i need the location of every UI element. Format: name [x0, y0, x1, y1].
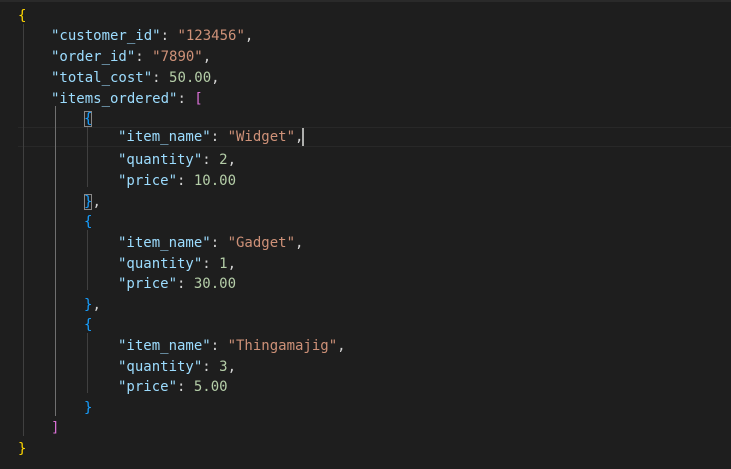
code-line[interactable]: {: [84, 315, 92, 335]
num-token: 1: [219, 256, 228, 272]
code-line[interactable]: },: [84, 192, 101, 212]
punc-token: :: [210, 338, 228, 354]
code-line[interactable]: "item_name": "Widget",: [118, 127, 303, 147]
indent-guide: [87, 230, 88, 290]
num-token: 10.00: [193, 173, 237, 189]
bracket-token: ]: [51, 420, 60, 436]
punc-token: ,: [202, 49, 212, 65]
punc-token: :: [135, 49, 153, 65]
code-line[interactable]: {: [84, 109, 93, 129]
str-token: "Gadget": [227, 235, 296, 251]
punc-token: ,: [227, 359, 237, 375]
code-line[interactable]: "price": 30.00: [118, 274, 236, 294]
punc-token: :: [210, 129, 228, 145]
key-token: "order_id": [51, 49, 136, 65]
code-line[interactable]: }: [18, 439, 26, 459]
code-line[interactable]: "order_id": "7890",: [51, 47, 211, 67]
punc-token: ,: [337, 338, 346, 354]
punc-token: ,: [244, 28, 254, 44]
key-token: "total_cost": [51, 70, 153, 86]
code-line[interactable]: }: [84, 398, 92, 418]
punc-token: :: [177, 379, 194, 395]
bracket-token: {: [84, 317, 93, 333]
code-line[interactable]: "item_name": "Thingamajig",: [118, 336, 346, 356]
key-token: "quantity": [118, 256, 203, 272]
code-line[interactable]: "customer_id": "123456",: [51, 26, 253, 46]
indent-guide: [87, 333, 88, 393]
punc-token: :: [177, 173, 194, 189]
key-token: "quantity": [118, 152, 203, 168]
bracket-token: {: [18, 8, 27, 24]
code-line[interactable]: "price": 5.00: [118, 377, 228, 397]
code-line[interactable]: ]: [51, 418, 59, 438]
str-token: "123456": [177, 28, 245, 44]
code-line[interactable]: {: [84, 212, 92, 232]
punc-token: ,: [211, 70, 220, 86]
punc-token: :: [202, 256, 220, 272]
code-line[interactable]: "total_cost": 50.00,: [51, 68, 220, 88]
key-token: "item_name": [118, 129, 211, 145]
key-token: "price": [118, 276, 178, 292]
bracket-token: {: [84, 214, 93, 230]
punc-token: :: [210, 235, 228, 251]
bracket-token: [: [194, 91, 203, 107]
punc-token: :: [202, 359, 220, 375]
key-token: "price": [118, 173, 178, 189]
editor-top-border: [0, 0, 731, 2]
bracket-token: }: [18, 441, 27, 457]
key-token: "items_ordered": [51, 91, 178, 107]
indent-guide: [87, 127, 88, 187]
punc-token: ,: [92, 297, 101, 313]
num-token: 50.00: [169, 70, 212, 86]
str-token: "Thingamajig": [227, 338, 338, 354]
key-token: "price": [118, 379, 178, 395]
code-line[interactable]: "quantity": 3,: [118, 357, 236, 377]
text-cursor: [302, 128, 304, 146]
punc-token: :: [177, 276, 194, 292]
punc-token: :: [177, 91, 195, 107]
key-token: "customer_id": [51, 28, 161, 44]
code-line[interactable]: "quantity": 1,: [118, 254, 236, 274]
code-line[interactable]: "items_ordered": [: [51, 89, 203, 109]
code-line[interactable]: },: [84, 295, 101, 315]
punc-token: :: [160, 28, 178, 44]
key-token: "item_name": [118, 338, 211, 354]
code-line[interactable]: {: [18, 6, 26, 26]
punc-token: :: [202, 152, 220, 168]
key-token: "item_name": [118, 235, 211, 251]
code-line[interactable]: "quantity": 2,: [118, 150, 236, 170]
code-editor[interactable]: {"customer_id": "123456", "order_id": "78…: [0, 0, 731, 469]
indent-guide: [23, 24, 24, 436]
num-token: 5.00: [193, 379, 228, 395]
punc-token: ,: [227, 256, 237, 272]
code-line[interactable]: "price": 10.00: [118, 171, 236, 191]
str-token: "7890": [152, 49, 203, 65]
punc-token: ,: [227, 152, 237, 168]
punc-token: ,: [92, 194, 101, 210]
punc-token: :: [152, 70, 170, 86]
num-token: 2: [219, 152, 228, 168]
indent-guide-active: [55, 106, 56, 416]
punc-token: ,: [295, 235, 304, 251]
code-line[interactable]: "item_name": "Gadget",: [118, 233, 303, 253]
num-token: 30.00: [193, 276, 237, 292]
bracket-token: }: [84, 400, 93, 416]
bracket-token: {: [84, 111, 93, 127]
num-token: 3: [219, 359, 228, 375]
key-token: "quantity": [118, 359, 203, 375]
str-token: "Widget": [227, 129, 296, 145]
